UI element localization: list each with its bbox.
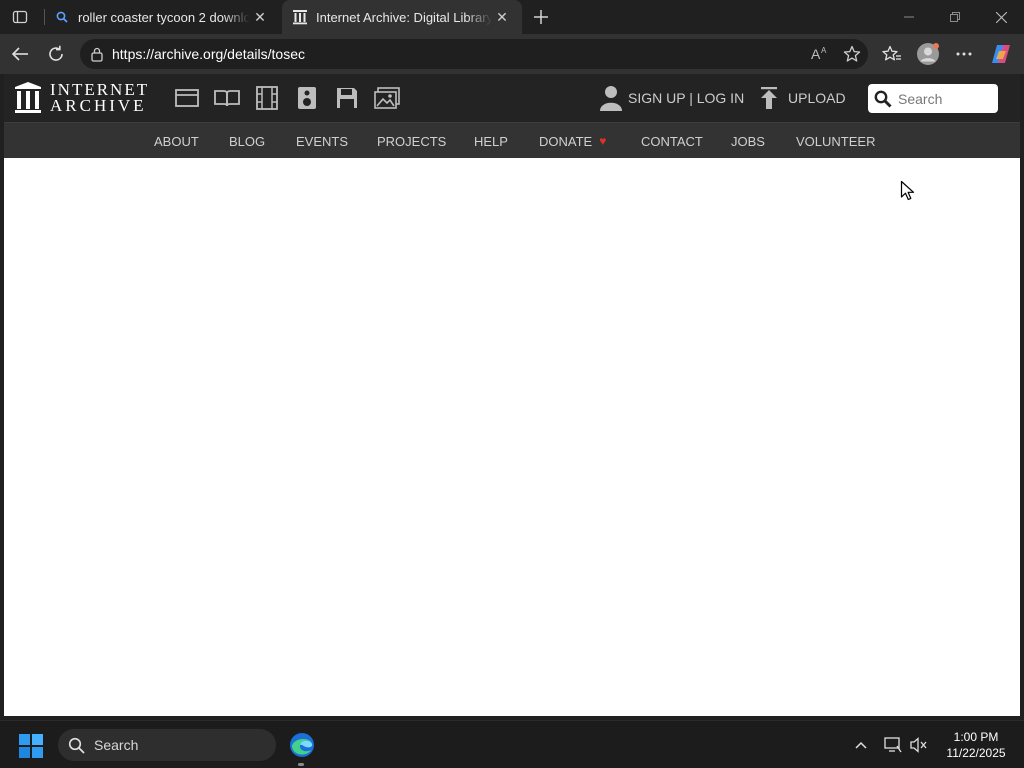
windows-logo-icon xyxy=(19,734,43,758)
close-tab-icon[interactable]: ✕ xyxy=(250,7,270,27)
subnav-donate[interactable]: DONATE ♥ xyxy=(539,123,606,159)
more-dots-icon xyxy=(956,52,972,56)
mouse-cursor-icon xyxy=(900,180,915,201)
subnav-contact[interactable]: CONTACT xyxy=(641,123,703,159)
sign-up-login-link[interactable]: SIGN UP | LOG IN xyxy=(600,85,744,111)
media-type-icons xyxy=(167,85,407,111)
upload-link[interactable]: UPLOAD xyxy=(760,85,846,111)
svg-text:A: A xyxy=(821,46,827,55)
taskbar-clock[interactable]: 1:00 PM 11/22/2025 xyxy=(936,729,1016,761)
window-controls xyxy=(886,0,1024,34)
ia-search-box[interactable] xyxy=(868,84,998,113)
subnav-volunteer[interactable]: VOLUNTEER xyxy=(796,123,875,159)
tab-internet-archive[interactable]: Internet Archive: Digital Library of ✕ xyxy=(282,0,522,34)
texts-icon[interactable] xyxy=(207,85,247,111)
restore-icon xyxy=(950,12,960,22)
subnav-donate-label: DONATE xyxy=(539,133,593,149)
back-arrow-icon xyxy=(11,47,28,61)
network-monitor-icon xyxy=(884,737,902,753)
tab-title: roller coaster tycoon 2 download xyxy=(78,9,250,25)
avatar-icon xyxy=(917,43,939,65)
page-content-blank xyxy=(4,158,1020,716)
search-icon xyxy=(68,737,85,754)
favorites-button[interactable] xyxy=(877,40,907,68)
subnav-about[interactable]: ABOUT xyxy=(154,123,199,159)
site-info-lock-icon[interactable] xyxy=(82,47,112,62)
volume-tray-button[interactable] xyxy=(908,731,930,759)
archive-logo-icon xyxy=(292,9,308,25)
subnav-help[interactable]: HELP xyxy=(474,123,508,159)
tab-title: Internet Archive: Digital Library of xyxy=(316,9,492,25)
user-icon xyxy=(600,86,622,111)
web-icon[interactable] xyxy=(167,85,207,111)
tab-search-results[interactable]: roller coaster tycoon 2 download ✕ xyxy=(44,0,280,34)
network-tray-button[interactable] xyxy=(882,731,904,759)
running-app-indicator xyxy=(298,763,304,766)
heart-icon: ♥ xyxy=(599,134,607,148)
subnav-events[interactable]: EVENTS xyxy=(296,123,348,159)
profile-button[interactable] xyxy=(913,40,943,68)
subnav-projects[interactable]: PROJECTS xyxy=(377,123,446,159)
refresh-button[interactable] xyxy=(42,40,70,68)
read-aloud-icon: AA xyxy=(811,46,827,62)
images-icon[interactable] xyxy=(367,85,407,111)
read-aloud-button[interactable]: AA xyxy=(804,46,836,62)
ia-sub-navigation: ABOUT BLOG EVENTS PROJECTS HELP DONATE ♥… xyxy=(4,122,1020,158)
refresh-icon xyxy=(49,45,63,61)
browser-tab-strip: roller coaster tycoon 2 download ✕ Inter… xyxy=(0,0,1024,34)
tab-actions-icon xyxy=(12,10,28,24)
sign-up-login-label: SIGN UP | LOG IN xyxy=(628,90,745,106)
ia-top-navigation: INTERNET ARCHIVE SIGN UP | LOG IN UPLOAD… xyxy=(4,74,1020,122)
minimize-icon xyxy=(904,16,914,18)
minimize-button[interactable] xyxy=(886,0,932,34)
copilot-icon xyxy=(992,45,1010,63)
taskbar-search-label: Search xyxy=(94,737,139,753)
copilot-button[interactable] xyxy=(986,40,1016,68)
taskbar-search-box[interactable]: Search xyxy=(58,729,276,761)
logo-text: INTERNET ARCHIVE xyxy=(50,81,149,115)
upload-icon xyxy=(761,87,777,109)
chevron-up-icon xyxy=(855,741,867,749)
volume-muted-icon xyxy=(910,737,927,753)
edge-browser-icon xyxy=(290,733,314,757)
upload-label: UPLOAD xyxy=(788,90,846,106)
software-icon[interactable] xyxy=(327,85,367,111)
clock-date: 11/22/2025 xyxy=(946,746,1006,760)
start-button[interactable] xyxy=(18,733,44,759)
subnav-blog[interactable]: BLOG xyxy=(229,123,265,159)
close-tab-icon[interactable]: ✕ xyxy=(492,7,512,27)
subnav-jobs[interactable]: JOBS xyxy=(731,123,765,159)
browser-toolbar: https://archive.org/details/tosec AA xyxy=(0,34,1024,74)
close-window-button[interactable] xyxy=(978,0,1024,34)
url-text[interactable]: https://archive.org/details/tosec xyxy=(112,46,804,62)
svg-text:A: A xyxy=(811,46,821,62)
show-hidden-icons-button[interactable] xyxy=(850,731,872,759)
ia-search-input[interactable] xyxy=(898,90,994,107)
edge-taskbar-button[interactable] xyxy=(286,729,318,761)
internet-archive-logo[interactable]: INTERNET ARCHIVE xyxy=(14,81,149,115)
search-icon xyxy=(874,90,892,108)
new-tab-button[interactable] xyxy=(528,4,554,30)
close-icon xyxy=(995,11,1007,23)
audio-icon[interactable] xyxy=(287,85,327,111)
page-viewport: INTERNET ARCHIVE SIGN UP | LOG IN UPLOAD… xyxy=(4,74,1020,716)
tab-actions-button[interactable] xyxy=(8,5,32,29)
logo-line-archive: ARCHIVE xyxy=(50,96,147,115)
settings-more-button[interactable] xyxy=(949,40,979,68)
back-button[interactable] xyxy=(6,40,34,68)
archive-building-icon xyxy=(15,82,41,113)
plus-icon xyxy=(534,10,548,24)
windows-taskbar: Search 1:00 PM 11/22/2025 xyxy=(0,720,1024,768)
favorites-icon xyxy=(882,45,901,61)
search-icon xyxy=(54,9,70,25)
address-bar[interactable]: https://archive.org/details/tosec AA xyxy=(80,39,868,69)
clock-time: 1:00 PM xyxy=(953,730,999,744)
video-icon[interactable] xyxy=(247,85,287,111)
restore-button[interactable] xyxy=(932,0,978,34)
star-icon xyxy=(843,45,861,62)
favorite-star-button[interactable] xyxy=(836,45,868,63)
